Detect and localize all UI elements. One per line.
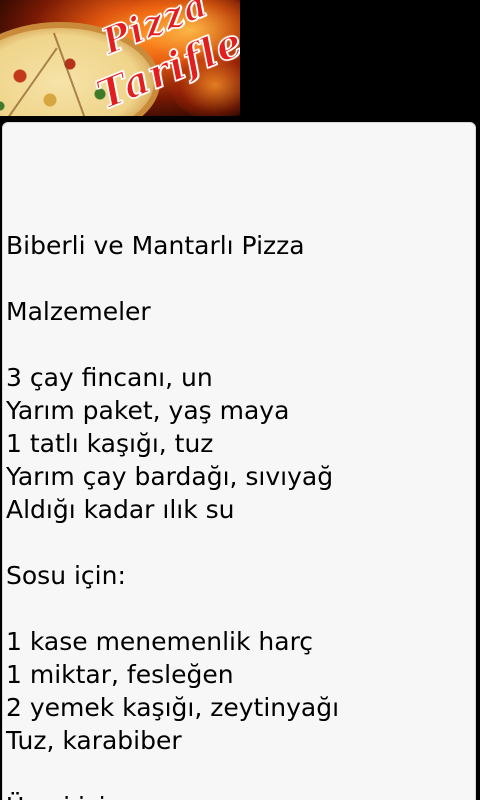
recipe-text: Biberli ve Mantarlı Pizza Malzemeler 3 ç… [6,229,339,800]
sauce-ingredient-line: 1 miktar, fesleğen [6,660,234,689]
sauce-ingredient-line: 1 kase menemenlik harç [6,627,314,656]
recipe-blank-line [6,262,339,295]
recipe-blank-line [6,757,339,790]
ingredient-line: Yarım paket, yaş maya [6,396,290,425]
app-screen: Pizza Tarifleri Biberli ve Mantarlı Pizz… [0,0,480,800]
recipe-blank-line [6,526,339,559]
sauce-ingredient-line: Tuz, karabiber [6,726,182,755]
recipe-blank-line [6,328,339,361]
recipe-blank-line [6,592,339,625]
recipe-text-panel[interactable]: Biberli ve Mantarlı Pizza Malzemeler 3 ç… [2,122,476,800]
topping-heading: Üzeri için: [6,790,339,800]
sauce-heading: Sosu için: [6,561,126,590]
ingredient-line: Aldığı kadar ılık su [6,495,235,524]
sauce-ingredient-line: 2 yemek kaşığı, zeytinyağı [6,693,340,722]
recipe-title: Biberli ve Mantarlı Pizza [6,231,305,260]
ingredient-line: 3 çay fincanı, un [6,363,213,392]
ingredient-line: 1 tatlı kaşığı, tuz [6,429,214,458]
ingredients-heading: Malzemeler [6,297,151,326]
pizza-tarifleri-banner: Pizza Tarifleri [0,0,240,116]
ingredient-line: Yarım çay bardağı, sıvıyağ [6,462,334,491]
